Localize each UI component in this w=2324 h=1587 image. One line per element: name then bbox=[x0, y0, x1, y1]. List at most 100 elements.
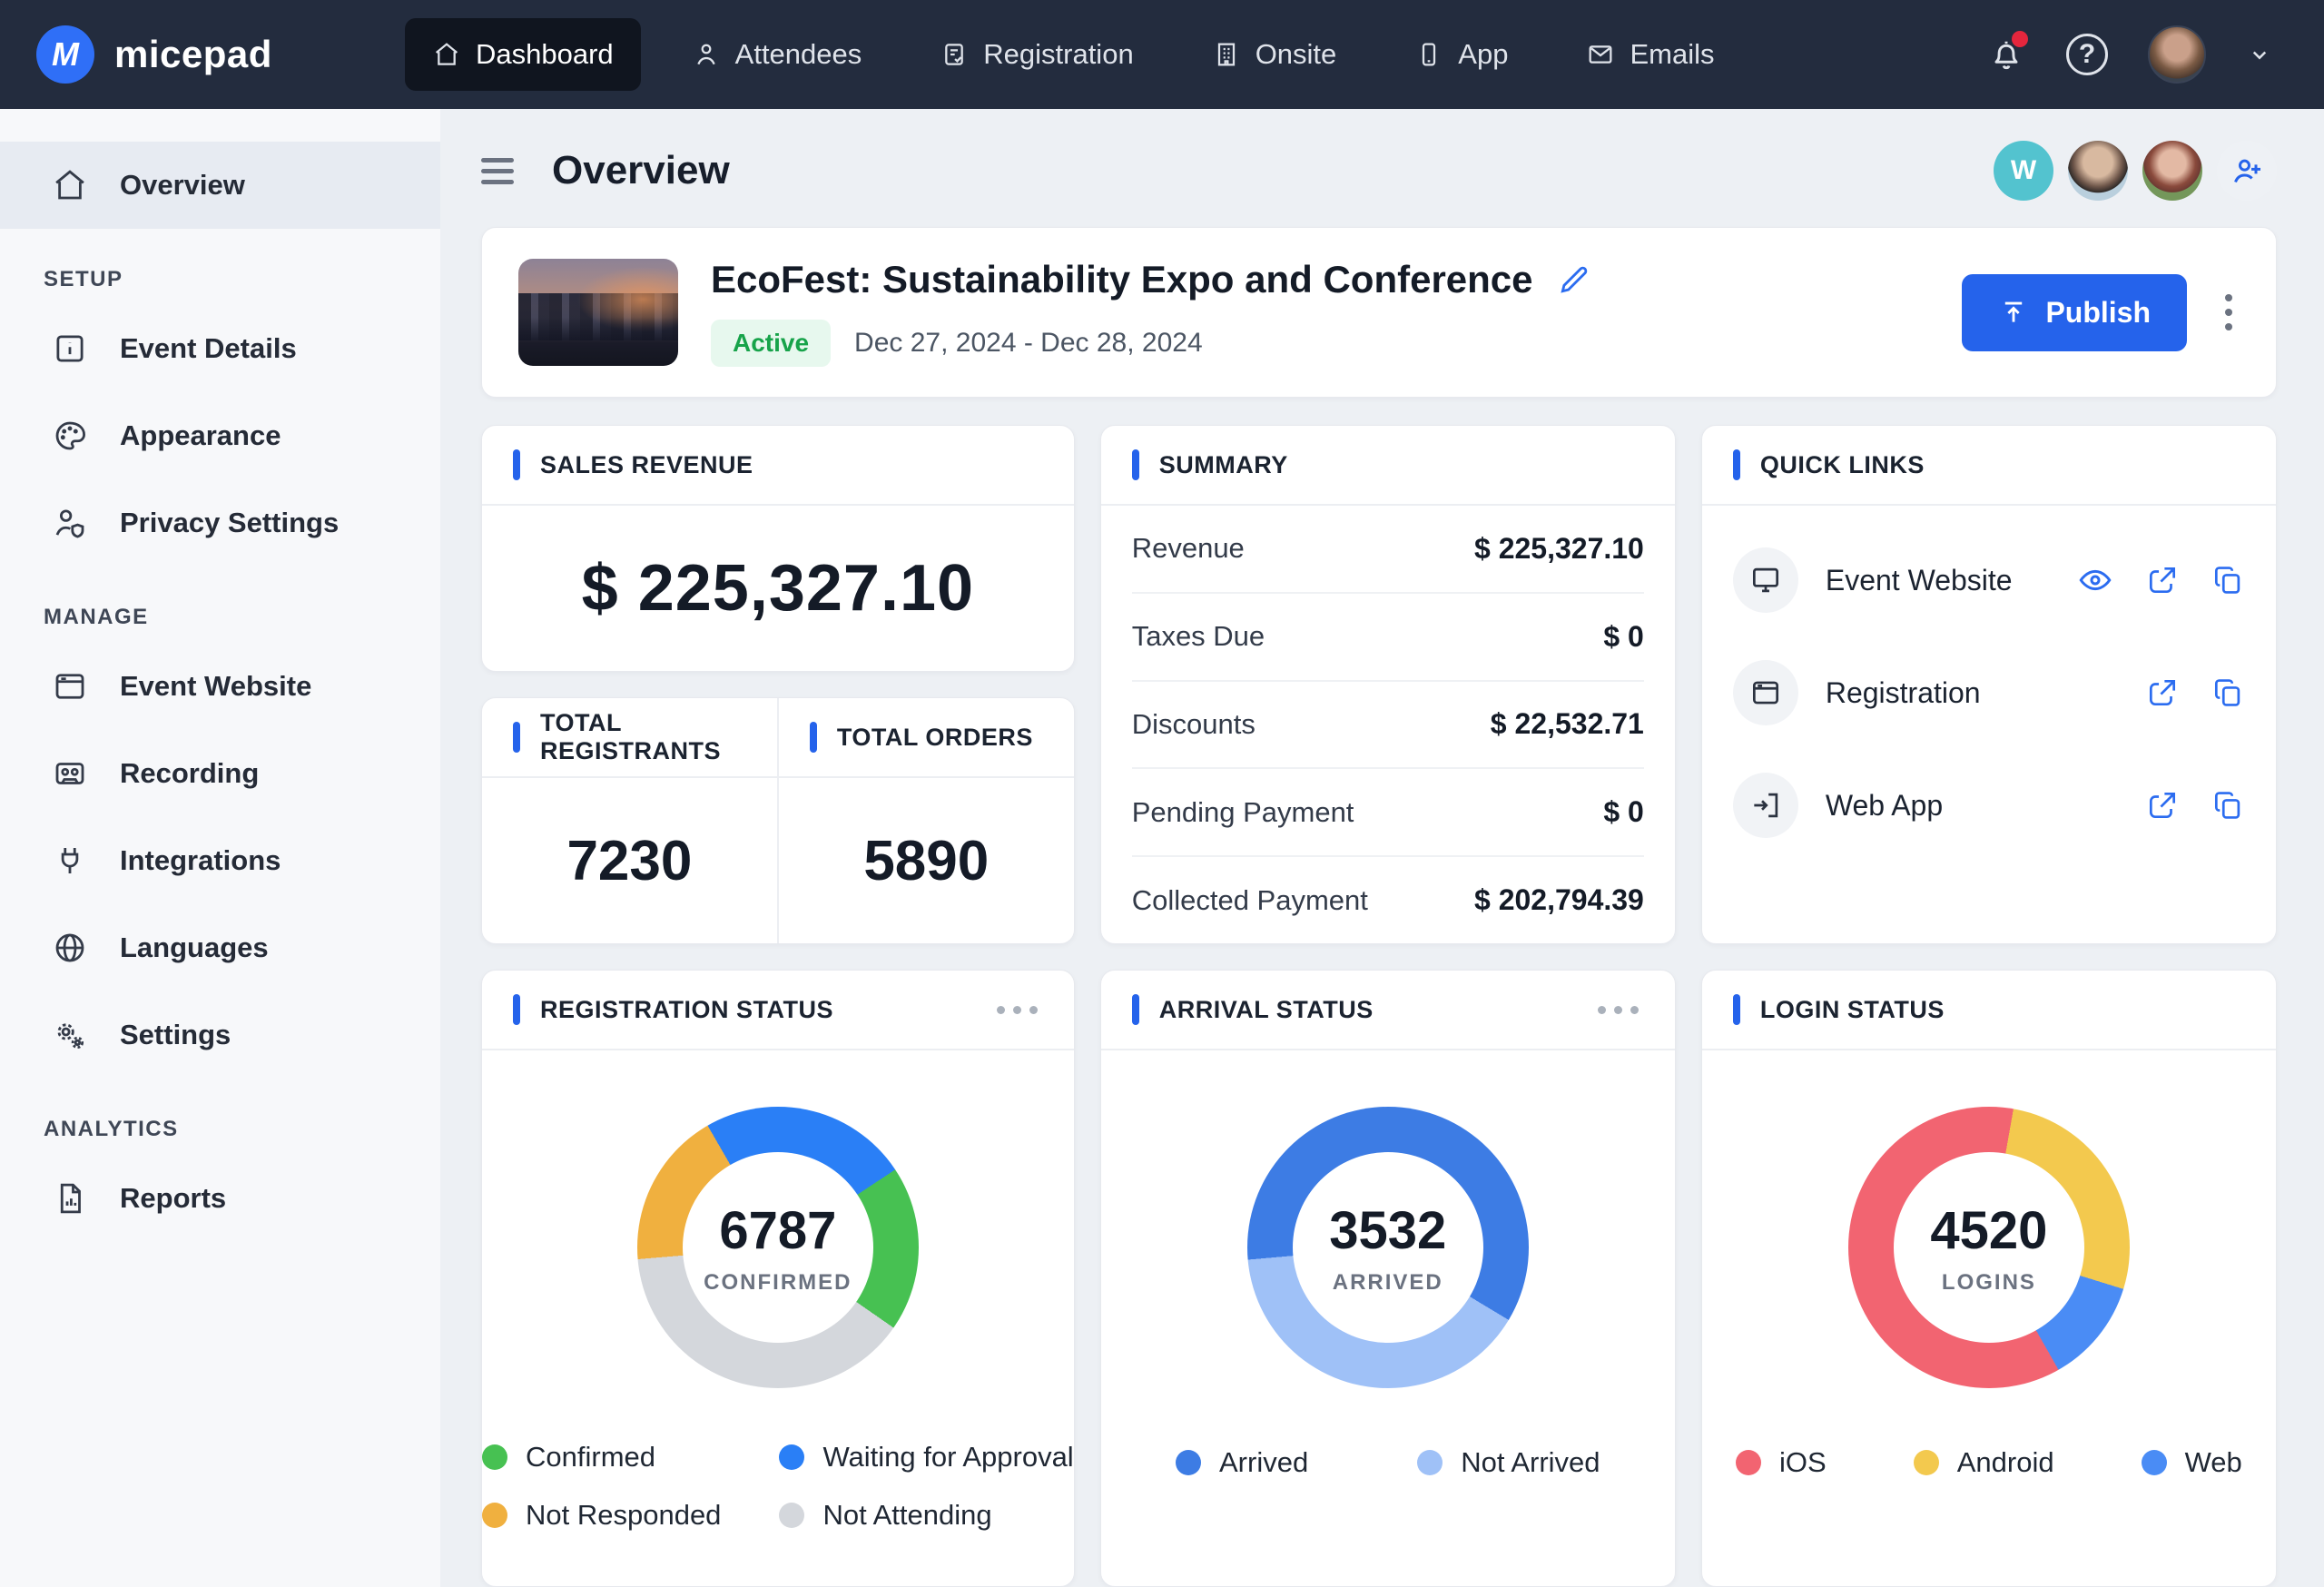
browser-icon bbox=[51, 667, 89, 705]
legend-label: iOS bbox=[1779, 1446, 1827, 1479]
accent-bar bbox=[810, 722, 817, 753]
external-link-icon[interactable] bbox=[2145, 563, 2180, 597]
sidebar-item-settings[interactable]: Settings bbox=[0, 991, 440, 1079]
quick-link-web-app[interactable]: Web App bbox=[1733, 749, 2245, 862]
quick-link-registration[interactable]: Registration bbox=[1733, 636, 2245, 749]
donut-center-label: ARRIVED bbox=[1333, 1270, 1443, 1296]
nav-item-label: Registration bbox=[983, 38, 1133, 71]
phone-icon bbox=[1414, 40, 1443, 69]
edit-pencil-icon[interactable] bbox=[1557, 262, 1591, 297]
quick-link-label: Registration bbox=[1826, 676, 1981, 710]
summary-label: Revenue bbox=[1132, 532, 1245, 565]
report-document-icon bbox=[51, 1179, 89, 1217]
help-button[interactable]: ? bbox=[2066, 34, 2108, 75]
sidebar-section-analytics: ANALYTICS bbox=[0, 1117, 440, 1142]
sidebar-item-appearance[interactable]: Appearance bbox=[0, 392, 440, 479]
legend-dot bbox=[1736, 1450, 1761, 1475]
card-menu-button[interactable] bbox=[1592, 1000, 1644, 1020]
sidebar-item-reports[interactable]: Reports bbox=[0, 1155, 440, 1242]
login-status-card: LOGIN STATUS 4520 LOGINS iOS Android Web bbox=[1701, 970, 2277, 1587]
legend-dot bbox=[482, 1444, 507, 1470]
copy-icon[interactable] bbox=[2211, 788, 2245, 823]
card-title: ARRIVAL STATUS bbox=[1159, 996, 1374, 1024]
summary-value: $ 0 bbox=[1603, 795, 1643, 829]
page-header: Overview W bbox=[481, 129, 2277, 212]
avatar-photo[interactable] bbox=[2068, 141, 2128, 201]
legend-dot bbox=[1176, 1450, 1201, 1475]
event-menu-button[interactable] bbox=[2218, 287, 2240, 338]
nav-item-registration[interactable]: Registration bbox=[912, 18, 1160, 91]
avatar-photo[interactable] bbox=[2142, 141, 2202, 201]
sidebar-item-languages[interactable]: Languages bbox=[0, 904, 440, 991]
avatar-initial[interactable]: W bbox=[1994, 141, 2053, 201]
external-link-icon[interactable] bbox=[2145, 675, 2180, 710]
legend-label: Not Arrived bbox=[1461, 1446, 1600, 1479]
sidebar-section-manage: MANAGE bbox=[0, 605, 440, 630]
person-shield-icon bbox=[51, 504, 89, 542]
summary-label: Pending Payment bbox=[1132, 796, 1354, 829]
nav-item-label: Onsite bbox=[1256, 38, 1337, 71]
sidebar-item-event-website[interactable]: Event Website bbox=[0, 643, 440, 730]
sidebar-item-integrations[interactable]: Integrations bbox=[0, 817, 440, 904]
legend-dot bbox=[1417, 1450, 1443, 1475]
sidebar-item-overview[interactable]: Overview bbox=[0, 142, 440, 229]
nav-item-dashboard[interactable]: Dashboard bbox=[405, 18, 641, 91]
publish-button[interactable]: Publish bbox=[1962, 274, 2187, 351]
user-avatar[interactable] bbox=[2148, 25, 2206, 84]
donut-center-label: CONFIRMED bbox=[704, 1270, 852, 1296]
notification-dot bbox=[2012, 31, 2028, 47]
sidebar-item-label: Reports bbox=[120, 1182, 226, 1215]
sidebar-item-label: Integrations bbox=[120, 844, 281, 877]
card-title: QUICK LINKS bbox=[1760, 451, 1925, 479]
legend-label: Not Attending bbox=[822, 1499, 991, 1532]
sidebar-item-recording[interactable]: Recording bbox=[0, 730, 440, 817]
quick-link-label: Event Website bbox=[1826, 564, 2013, 597]
sidebar-item-privacy-settings[interactable]: Privacy Settings bbox=[0, 479, 440, 567]
add-collaborator-button[interactable] bbox=[2217, 141, 2277, 201]
accent-bar bbox=[1132, 449, 1139, 480]
card-title: SUMMARY bbox=[1159, 451, 1288, 479]
nav-item-label: App bbox=[1458, 38, 1508, 71]
home-icon bbox=[432, 40, 461, 69]
nav-item-onsite[interactable]: Onsite bbox=[1185, 18, 1364, 91]
sales-revenue-card: SALES REVENUE $ 225,327.10 bbox=[481, 425, 1075, 672]
clipboard-check-icon bbox=[940, 40, 969, 69]
chevron-down-icon[interactable] bbox=[2246, 41, 2273, 68]
chart-legend: Arrived Not Arrived bbox=[1176, 1446, 1600, 1479]
copy-icon[interactable] bbox=[2211, 675, 2245, 710]
total-registrants: TOTAL REGISTRANTS 7230 bbox=[482, 698, 777, 943]
sidebar-section-setup: SETUP bbox=[0, 267, 440, 292]
nav-right: ? bbox=[1986, 25, 2273, 84]
event-actions: Publish bbox=[1962, 274, 2240, 351]
sales-revenue-value: $ 225,327.10 bbox=[482, 506, 1074, 671]
palette-icon bbox=[51, 417, 89, 455]
copy-icon[interactable] bbox=[2211, 563, 2245, 597]
upload-icon bbox=[1998, 297, 2029, 328]
main-nav: Dashboard Attendees Registration Onsite … bbox=[405, 18, 1741, 91]
envelope-icon bbox=[1586, 40, 1615, 69]
main-content: Overview W EcoFest: Sustainability Expo … bbox=[440, 109, 2324, 1587]
publish-label: Publish bbox=[2045, 296, 2151, 330]
nav-item-app[interactable]: App bbox=[1387, 18, 1535, 91]
stats-grid: SALES REVENUE $ 225,327.10 TOTAL REGISTR… bbox=[481, 425, 2277, 1587]
summary-card: SUMMARY Revenue $ 225,327.10 Taxes Due $… bbox=[1100, 425, 1676, 944]
total-orders-value: 5890 bbox=[779, 778, 1074, 943]
registration-donut-chart: 6787 CONFIRMED bbox=[637, 1107, 919, 1388]
browser-icon bbox=[1733, 660, 1798, 725]
donut-center-label: LOGINS bbox=[1942, 1270, 2036, 1296]
status-badge: Active bbox=[711, 320, 831, 367]
chart-legend: Confirmed Waiting for Approval Not Respo… bbox=[482, 1441, 1074, 1532]
event-thumbnail-image bbox=[518, 259, 678, 366]
nav-item-emails[interactable]: Emails bbox=[1559, 18, 1741, 91]
notifications-button[interactable] bbox=[1986, 34, 2026, 74]
sidebar-item-label: Languages bbox=[120, 932, 269, 964]
external-link-icon[interactable] bbox=[2145, 788, 2180, 823]
donut-center-value: 6787 bbox=[719, 1200, 836, 1261]
sidebar-item-event-details[interactable]: Event Details bbox=[0, 305, 440, 392]
card-menu-button[interactable] bbox=[991, 1000, 1043, 1020]
quick-link-event-website[interactable]: Event Website bbox=[1733, 524, 2245, 636]
preview-eye-icon[interactable] bbox=[2076, 561, 2114, 599]
menu-toggle-icon[interactable] bbox=[481, 152, 514, 191]
person-plus-icon bbox=[2229, 153, 2265, 189]
nav-item-attendees[interactable]: Attendees bbox=[665, 18, 890, 91]
